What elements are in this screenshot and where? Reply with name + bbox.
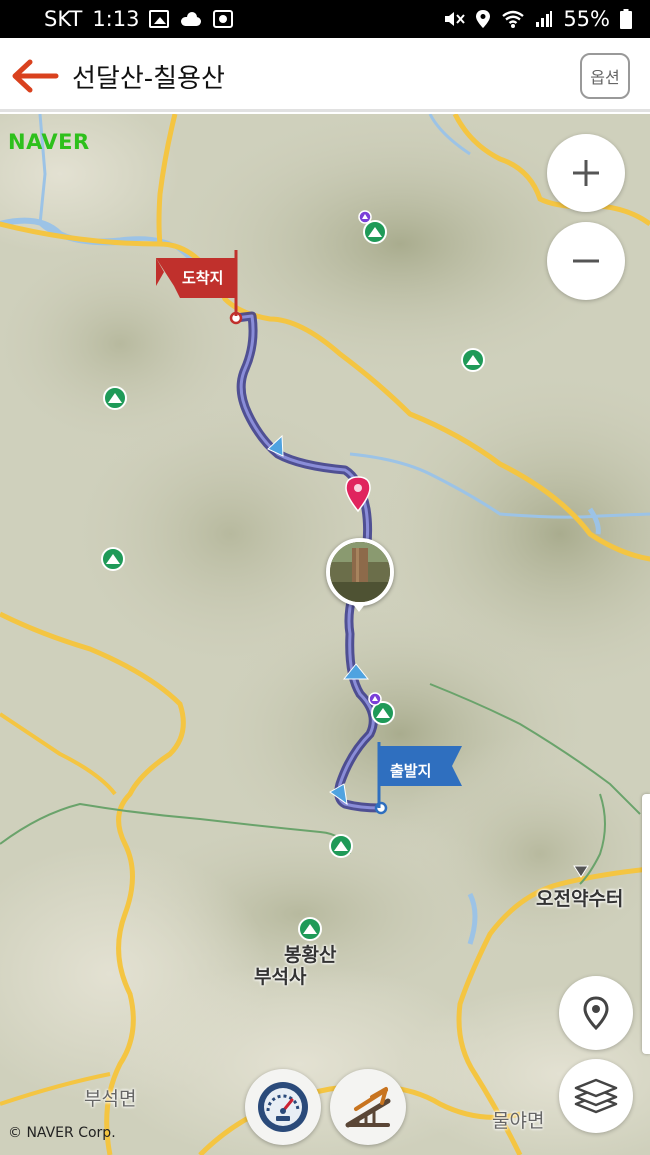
mountain-marker-icon[interactable] — [328, 833, 354, 859]
carrier-text: SKT — [44, 7, 83, 31]
options-button[interactable]: 옵션 — [580, 53, 630, 99]
place-label: 부석사 — [254, 966, 307, 988]
zoom-out-button[interactable] — [547, 222, 625, 300]
app-bar: 선달산-칠용산 옵션 — [0, 38, 650, 112]
location-icon — [476, 10, 491, 28]
speedometer-icon — [258, 1082, 308, 1132]
status-bar: SKT 1:13 55% — [0, 0, 650, 38]
peak-marker-icon — [368, 692, 382, 706]
status-right: 55% — [443, 7, 632, 31]
place-label: 물야면 — [492, 1110, 545, 1132]
minus-icon — [573, 259, 599, 263]
peak-marker-icon — [358, 210, 372, 224]
mountain-marker-icon[interactable] — [102, 385, 128, 411]
place-label: 오전약수터 — [536, 888, 624, 910]
plus-icon — [573, 160, 599, 186]
status-left: SKT 1:13 — [44, 7, 234, 31]
elevation-profile-icon — [345, 1087, 391, 1128]
photo-pointer-icon — [352, 603, 366, 612]
screenshot-icon — [213, 10, 234, 28]
tree-photo-icon — [330, 542, 390, 602]
gallery-icon — [149, 10, 170, 28]
departure-label: 출발지 — [390, 762, 432, 780]
battery-icon — [620, 9, 632, 29]
side-panel-handle[interactable] — [642, 794, 650, 1054]
naver-logo: NAVER — [8, 130, 90, 154]
page-title: 선달산-칠용산 — [72, 64, 225, 94]
elevation-profile-button[interactable] — [330, 1069, 406, 1145]
wifi-icon — [502, 10, 525, 28]
arrival-label: 도착지 — [182, 269, 224, 287]
speedometer-button[interactable] — [245, 1069, 321, 1145]
mountain-marker-icon[interactable] — [100, 546, 126, 572]
photo-thumbnail[interactable] — [326, 538, 394, 606]
clock-text: 1:13 — [92, 7, 140, 31]
layers-button[interactable] — [559, 1059, 633, 1133]
signal-icon — [536, 11, 553, 27]
back-button[interactable] — [10, 58, 60, 94]
copyright-text: © NAVER Corp. — [8, 1125, 116, 1141]
battery-text: 55% — [563, 7, 610, 31]
my-location-button[interactable] — [559, 976, 633, 1050]
layers-icon — [574, 1078, 618, 1114]
zoom-in-button[interactable] — [547, 134, 625, 212]
mountain-marker-icon[interactable] — [460, 347, 486, 373]
back-arrow-icon — [12, 59, 59, 93]
location-pin-icon — [583, 996, 609, 1030]
cloud-icon — [179, 10, 203, 28]
mountain-marker-icon[interactable] — [297, 916, 323, 942]
place-label: 부석면 — [84, 1088, 137, 1110]
spring-marker-icon — [573, 865, 589, 878]
map-view[interactable]: 도착지 출발지 NAVER 오전약수터 봉황산 부석사 부석면 물야면 © NA… — [0, 114, 650, 1155]
mute-icon — [445, 12, 466, 26]
